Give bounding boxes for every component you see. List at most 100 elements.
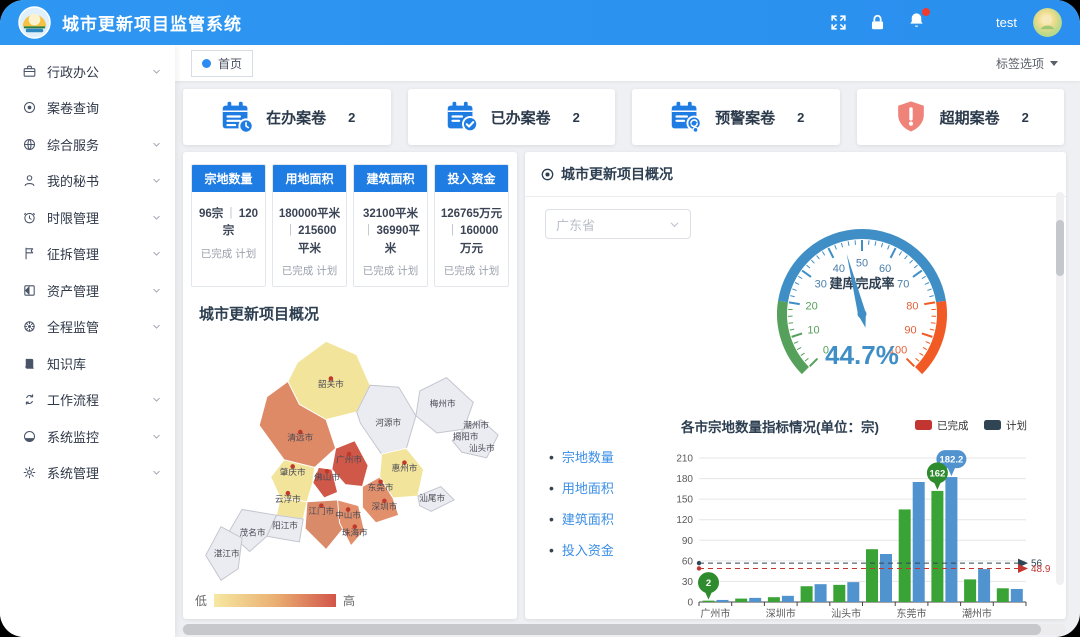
legend-label: 已完成 (937, 419, 969, 432)
map-city-label: 韶关市 (318, 378, 344, 389)
chevron-down-icon (151, 66, 162, 77)
summary-card-2[interactable]: 已办案卷 2 (408, 89, 616, 145)
bar-计划-7 (913, 482, 925, 602)
stat-card-title: 建筑面积 (354, 165, 427, 192)
mark-point-label: 2 (706, 578, 711, 589)
summary-card-4[interactable]: 超期案卷2 (857, 89, 1065, 145)
gauge-tick-label: 80 (906, 301, 918, 313)
chevron-down-icon (151, 467, 162, 478)
app-title: 城市更新项目监管系统 (62, 10, 242, 35)
lock-icon[interactable] (868, 13, 887, 32)
username[interactable]: test (996, 15, 1017, 30)
horizontal-scrollbar-thumb[interactable] (183, 624, 1041, 635)
bar-y-tick-label: 90 (682, 536, 694, 547)
bar-已完成-3 (768, 597, 780, 602)
fullscreen-icon[interactable] (829, 13, 848, 32)
bar-y-tick-label: 30 (682, 577, 694, 588)
sidebar-item-12[interactable]: 系统管理 (0, 455, 175, 492)
bar-y-tick-label: 210 (676, 454, 693, 465)
stat-card-values: 96宗｜120宗 (196, 206, 261, 241)
summary-card-3[interactable]: 预警案卷2 (632, 89, 840, 145)
bar-x-tick-label: 汕头市 (831, 607, 861, 619)
stat-card-values: 126765万元｜160000万元 (439, 206, 504, 258)
sidebar-item-label: 全程监管 (47, 317, 151, 336)
metric-link-4[interactable]: •投入资金 (549, 540, 614, 559)
stat-card-title: 用地面积 (273, 165, 346, 192)
map-city-label: 肇庆市 (280, 466, 306, 477)
legend-swatch-计划[interactable] (984, 420, 1001, 430)
bar-计划-1 (717, 600, 729, 602)
summary-card-count: 2 (1022, 110, 1029, 125)
summary-cards-row: 在办案卷2 已办案卷 2 预警案卷2 超期案卷2 (183, 89, 1064, 145)
vertical-scrollbar[interactable] (1056, 192, 1064, 585)
province-select[interactable]: 广东省 (545, 209, 691, 239)
wheel-icon (22, 319, 37, 334)
sidebar-item-4[interactable]: 我的秘书 (0, 163, 175, 200)
bar-计划-10 (1011, 589, 1023, 602)
sidebar-item-9[interactable]: 知识库 (0, 345, 175, 382)
metric-link-2[interactable]: •用地面积 (549, 478, 614, 497)
vertical-scrollbar-thumb[interactable] (1056, 220, 1064, 276)
bullet-icon: • (549, 512, 554, 526)
bar-x-tick-label: 广州市 (700, 607, 730, 619)
sidebar-item-label: 综合服务 (47, 135, 151, 154)
sidebar-item-6[interactable]: 征拆管理 (0, 236, 175, 273)
guangdong-map[interactable]: 韶关市梅州市河源市潮州市揭阳市汕头市清远市肇庆市云浮市广州市佛山市东莞市惠州市汕… (191, 326, 509, 584)
app-header: 城市更新项目监管系统 test (0, 0, 1080, 45)
chevron-down-icon (151, 175, 162, 186)
stat-card-footer: 已完成 计划 (196, 246, 261, 261)
tag-options-button[interactable]: 标签选项 (990, 51, 1064, 76)
sidebar-item-2[interactable]: 案卷查询 (0, 90, 175, 127)
sidebar-item-1[interactable]: 行政办公 (0, 53, 175, 90)
summary-card-count: 2 (573, 110, 580, 125)
stat-card-footer: 已完成 计划 (277, 263, 342, 278)
gauge-tick-label: 20 (806, 301, 818, 313)
avatar[interactable] (1033, 8, 1062, 37)
app-window: 城市更新项目监管系统 test 行政办公案卷查询综合服务我 (0, 0, 1080, 637)
sidebar-item-5[interactable]: 时限管理 (0, 199, 175, 236)
bar-已完成-1 (703, 601, 715, 602)
briefcase-icon (22, 64, 37, 79)
chevron-down-icon (151, 212, 162, 223)
stat-planned-value: 215600平米 (298, 225, 336, 254)
tag-options-label: 标签选项 (996, 55, 1044, 72)
bar-已完成-4 (801, 586, 813, 602)
overview-title: 城市更新项目概况 (561, 164, 673, 184)
sidebar-item-3[interactable]: 综合服务 (0, 126, 175, 163)
book-icon (22, 356, 37, 371)
map-city-label: 清远市 (287, 432, 313, 443)
legend-swatch-已完成[interactable] (915, 420, 932, 430)
summary-card-1[interactable]: 在办案卷2 (183, 89, 391, 145)
summary-card-label: 已办案卷 (491, 107, 551, 128)
sidebar-item-label: 知识库 (47, 354, 162, 373)
app-logo-icon (18, 6, 51, 39)
tab-home[interactable]: 首页 (191, 50, 253, 77)
gauge-tick-label: 60 (879, 263, 891, 275)
stat-planned-value: 36990平米 (377, 225, 420, 254)
bar-x-tick-label: 深圳市 (766, 607, 796, 619)
bullet-icon: • (549, 450, 554, 464)
metric-links: •宗地数量•用地面积•建筑面积•投入资金 (549, 447, 614, 571)
calendar-tasks-icon (218, 98, 256, 136)
bullet-icon: • (549, 481, 554, 495)
sidebar-item-11[interactable]: 系统监控 (0, 418, 175, 455)
stat-card-values: 180000平米｜215600平米 (277, 206, 342, 258)
overview-panel: 城市更新项目概况 广东省 0102030405060708090100建库完成率… (525, 152, 1066, 619)
notifications-button[interactable] (907, 11, 926, 35)
mark-point-label: 162 (929, 468, 945, 479)
sidebar-item-label: 我的秘书 (47, 171, 151, 190)
stat-planned-value: 160000万元 (460, 225, 498, 254)
metric-link-label: 建筑面积 (562, 509, 614, 528)
stat-card-1: 宗地数量96宗｜120宗已完成 计划 (191, 164, 266, 287)
map-city-label: 中山市 (335, 509, 361, 520)
sidebar-item-7[interactable]: 资产管理 (0, 272, 175, 309)
map-region-zhongshan-zhuhai (338, 500, 365, 546)
horizontal-scrollbar[interactable] (181, 624, 1066, 635)
sidebar-item-8[interactable]: 全程监管 (0, 309, 175, 346)
sidebar-item-10[interactable]: 工作流程 (0, 382, 175, 419)
bar-x-tick-label: 潮州市 (962, 607, 992, 619)
bar-已完成-7 (899, 509, 911, 602)
chevron-down-icon (151, 394, 162, 405)
metric-link-1[interactable]: •宗地数量 (549, 447, 614, 466)
metric-link-3[interactable]: • 建筑面积 (549, 509, 614, 528)
